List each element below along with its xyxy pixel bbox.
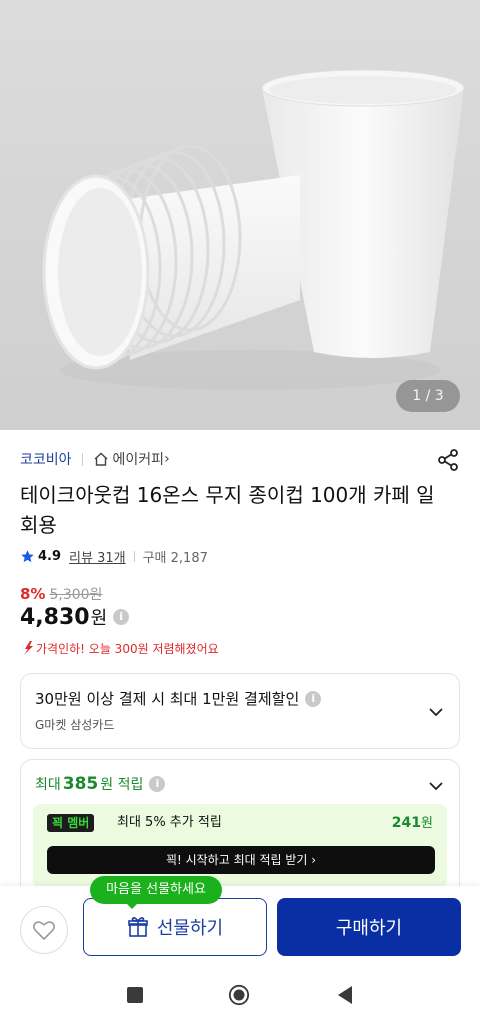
points-panel: 최대 385 원 적립 i 꾁 멤버 최대 5% 추가 적립 241원 꾁! 시… xyxy=(20,759,460,899)
current-price: 4,830 xyxy=(20,604,90,630)
points-prefix: 최대 xyxy=(35,777,61,793)
recent-apps-button[interactable] xyxy=(124,984,146,1006)
price-drop-notice: 가격인하! 오늘 300원 저렴해졌어요 xyxy=(20,637,219,659)
gift-button[interactable]: 선물하기 xyxy=(83,898,267,956)
member-join-button[interactable]: 꾁! 시작하고 최대 적립 받기 › xyxy=(47,846,435,874)
price-row: 4,830 원 i xyxy=(20,604,130,630)
rating-row: 4.9 리뷰 31개 구매 2,187 xyxy=(20,546,208,566)
home-icon xyxy=(94,452,108,466)
store-name: 에이커피 xyxy=(112,452,165,468)
original-price: 5,300원 xyxy=(49,587,103,603)
back-icon xyxy=(338,986,352,1004)
store-link[interactable]: 에이커피 › xyxy=(93,449,170,469)
member-benefit-text: 최대 5% 추가 적립 xyxy=(117,815,222,830)
rating-score: 4.9 xyxy=(38,548,62,564)
circle-icon xyxy=(228,984,250,1006)
system-nav-bar xyxy=(0,966,480,1024)
bottom-action-bar: 선물하기 구매하기 xyxy=(0,886,480,966)
share-icon[interactable] xyxy=(436,448,460,472)
chevron-down-icon[interactable] xyxy=(427,703,445,721)
divider xyxy=(133,550,135,562)
discount-row: 8% 5,300원 xyxy=(20,584,102,604)
heart-icon xyxy=(33,921,55,941)
discount-rate: 8% xyxy=(20,585,46,603)
info-icon[interactable]: i xyxy=(305,690,322,707)
card-discount-title: 30만원 이상 결제 시 최대 1만원 결제할인 xyxy=(35,690,300,708)
points-amount: 385 xyxy=(62,774,99,794)
member-amount-value: 241 xyxy=(391,815,422,831)
image-counter: 1 / 3 xyxy=(396,380,460,412)
seller-name[interactable]: 코코비아 xyxy=(20,449,72,469)
points-header: 최대 385 원 적립 i xyxy=(35,774,166,794)
purchase-count: 구매 2,187 xyxy=(142,550,208,566)
price-drop-text: 가격인하! 오늘 300원 저렴해졌어요 xyxy=(36,641,219,656)
buy-button-label: 구매하기 xyxy=(335,918,403,939)
info-icon[interactable]: i xyxy=(149,776,166,792)
currency-unit: 원 xyxy=(90,608,108,629)
arrow-down-icon xyxy=(24,641,33,655)
card-discount-subtitle: G마켓 삼성카드 xyxy=(35,718,115,732)
home-button[interactable] xyxy=(228,984,250,1006)
chevron-down-icon[interactable] xyxy=(427,777,445,795)
member-benefit-amount: 241원 xyxy=(392,814,433,833)
wishlist-button[interactable] xyxy=(20,906,68,954)
product-title: 테이크아웃컵 16온스 무지 종이컵 100개 카페 일회용 xyxy=(20,483,435,537)
review-count-link[interactable]: 리뷰 31개 xyxy=(69,547,126,566)
points-suffix: 원 적립 xyxy=(100,777,144,793)
member-benefit-box: 꾁 멤버 최대 5% 추가 적립 241원 꾁! 시작하고 최대 적립 받기 › xyxy=(33,804,447,888)
gift-tooltip: 마음을 선물하세요 xyxy=(90,876,222,909)
member-badge: 꾁 멤버 xyxy=(47,814,95,832)
buy-button[interactable]: 구매하기 xyxy=(277,898,461,956)
square-icon xyxy=(127,987,143,1003)
card-discount-panel[interactable]: 30만원 이상 결제 시 최대 1만원 결제할인 i G마켓 삼성카드 xyxy=(20,673,460,749)
info-icon[interactable]: i xyxy=(113,609,130,625)
gift-icon xyxy=(128,917,148,937)
seller-row: 코코비아 에이커피 › xyxy=(20,448,460,470)
product-photo xyxy=(42,69,465,390)
back-button[interactable] xyxy=(334,984,356,1006)
star-icon xyxy=(21,549,34,562)
chevron-right-icon: › xyxy=(164,451,170,467)
product-image-carousel[interactable]: 1 / 3 xyxy=(0,0,480,430)
member-amount-unit: 원 xyxy=(421,816,433,831)
gift-button-label: 선물하기 xyxy=(156,918,224,939)
divider xyxy=(81,452,83,466)
